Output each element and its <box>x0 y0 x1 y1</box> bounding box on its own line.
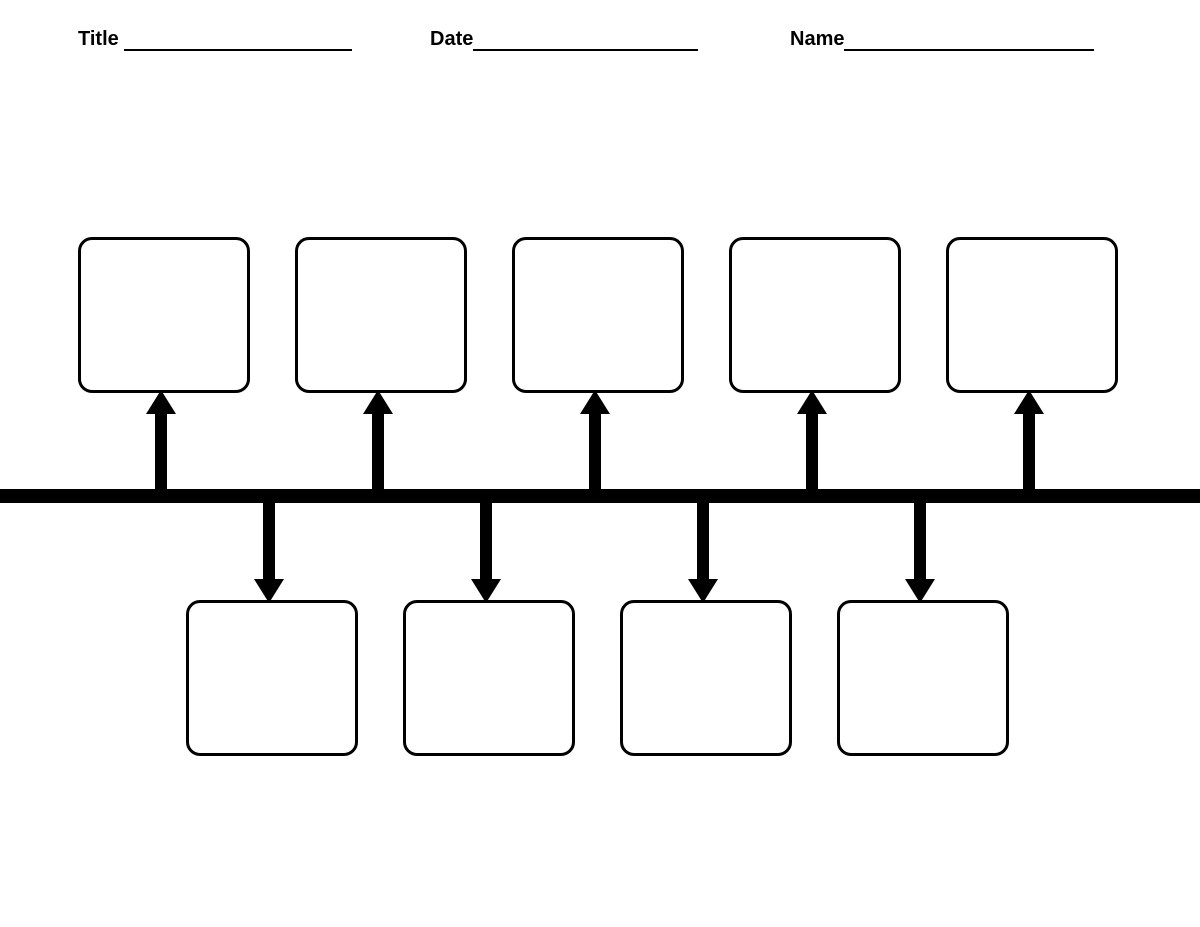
date-label: Date <box>430 28 473 51</box>
event-box-top-4[interactable] <box>729 237 901 393</box>
arrow-down-icon <box>688 493 718 603</box>
arrow-up-icon <box>580 390 610 499</box>
title-input-line[interactable] <box>124 31 352 51</box>
header-fields: Title Date Name <box>0 28 1200 68</box>
date-field[interactable]: Date <box>430 28 698 51</box>
event-box-bottom-2[interactable] <box>403 600 575 756</box>
arrow-up-icon <box>1014 390 1044 499</box>
event-box-bottom-4[interactable] <box>837 600 1009 756</box>
event-box-bottom-3[interactable] <box>620 600 792 756</box>
arrow-down-icon <box>254 493 284 603</box>
arrow-down-icon <box>471 493 501 603</box>
title-field[interactable]: Title <box>78 28 352 51</box>
name-input-line[interactable] <box>844 31 1094 51</box>
arrow-up-icon <box>363 390 393 499</box>
event-box-top-1[interactable] <box>78 237 250 393</box>
event-box-top-2[interactable] <box>295 237 467 393</box>
event-box-top-5[interactable] <box>946 237 1118 393</box>
arrow-down-icon <box>905 493 935 603</box>
timeline-worksheet: { "header": { "title_label": "Title", "d… <box>0 0 1200 927</box>
name-label: Name <box>790 28 844 51</box>
date-input-line[interactable] <box>473 31 698 51</box>
arrow-up-icon <box>797 390 827 499</box>
name-field[interactable]: Name <box>790 28 1094 51</box>
title-label: Title <box>78 28 119 51</box>
arrow-up-icon <box>146 390 176 499</box>
event-box-bottom-1[interactable] <box>186 600 358 756</box>
event-box-top-3[interactable] <box>512 237 684 393</box>
